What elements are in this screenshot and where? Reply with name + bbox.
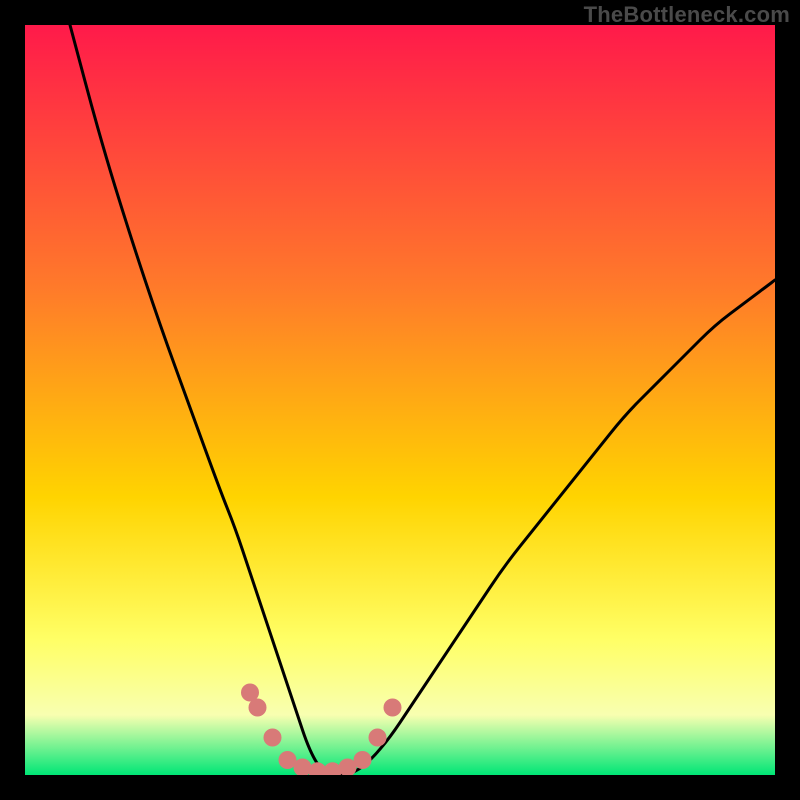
chart-frame: TheBottleneck.com xyxy=(0,0,800,800)
valley-dot xyxy=(354,751,372,769)
valley-dot xyxy=(249,699,267,717)
valley-dot xyxy=(384,699,402,717)
chart-background xyxy=(25,25,775,775)
watermark-label: TheBottleneck.com xyxy=(584,2,790,28)
valley-dot xyxy=(264,729,282,747)
plot-area xyxy=(25,25,775,775)
valley-dot xyxy=(369,729,387,747)
chart-svg xyxy=(25,25,775,775)
